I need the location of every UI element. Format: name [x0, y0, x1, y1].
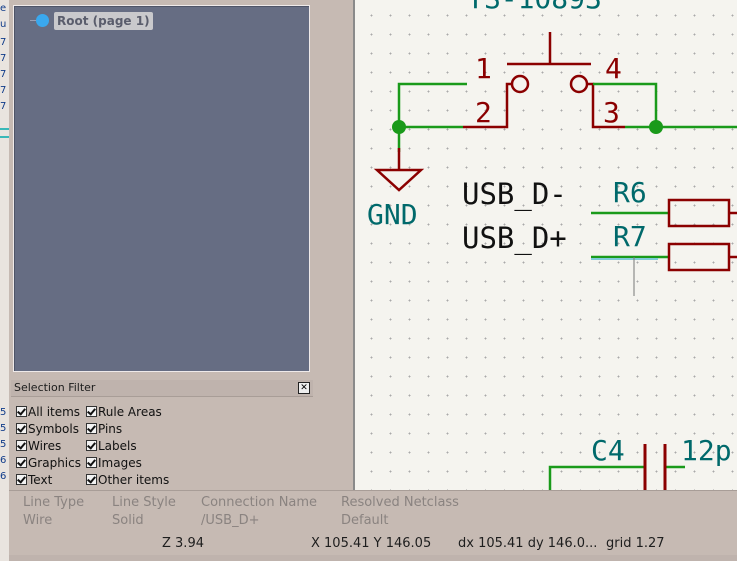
sheet-icon [36, 14, 49, 27]
checkbox-label: Wires [28, 438, 62, 453]
strip-accent [0, 136, 9, 138]
checkbox-checked-icon [16, 474, 27, 485]
net-label-usb-dm[interactable]: USB_D- [462, 177, 567, 212]
strip-mark: u [0, 19, 7, 30]
schematic-drawing: TS-10893 1 2 3 4 [367, 0, 737, 490]
strip-mark: 7 [0, 53, 7, 64]
hierarchy-tree[interactable] [13, 5, 310, 372]
status-divider [9, 490, 737, 491]
junction-dot [649, 120, 663, 134]
window-bottom-edge [9, 555, 737, 561]
schematic-canvas[interactable]: TS-10893 1 2 3 4 [353, 0, 737, 490]
strip-mark: 5 [0, 439, 7, 450]
filter-rule-areas-checkbox[interactable]: Rule Areas [86, 403, 169, 420]
pin-number: 4 [605, 52, 622, 85]
switch-reference[interactable]: TS-10893 [467, 0, 602, 15]
cursor-coordinates: X 105.41 Y 146.05 [311, 536, 432, 551]
selection-filter-title: Selection Filter [14, 381, 96, 394]
tree-item-root[interactable]: Root (page 1) [36, 10, 153, 31]
checkbox-checked-icon [86, 474, 97, 485]
close-icon[interactable]: ✕ [298, 382, 310, 394]
gnd-label: GND [367, 198, 418, 231]
pin-number: 3 [603, 96, 620, 129]
filter-other-items-checkbox[interactable]: Other items [86, 471, 169, 488]
checkbox-checked-icon [86, 457, 97, 468]
checkbox-label: Rule Areas [98, 404, 162, 419]
strip-mark: 6 [0, 455, 7, 466]
connection-name-value: /USB_D+ [201, 513, 260, 528]
strip-mark: 7 [0, 85, 7, 96]
strip-mark: 6 [0, 471, 7, 482]
gnd-symbol[interactable] [373, 148, 425, 192]
zoom-readout: Z 3.94 [162, 536, 204, 551]
strip-mark: 5 [0, 407, 7, 418]
background-window-strip: e u 7 7 7 7 7 5 5 5 6 6 [0, 0, 9, 561]
delta-coordinates: dx 105.41 dy 146.0... [458, 536, 598, 551]
filter-symbols-checkbox[interactable]: Symbols [16, 420, 81, 437]
filter-labels-checkbox[interactable]: Labels [86, 437, 169, 454]
tree-item-label: Root (page 1) [54, 11, 153, 30]
checkbox-checked-icon [86, 423, 97, 434]
checkbox-label: Pins [98, 421, 123, 436]
junction-dot [392, 120, 406, 134]
selection-filter-column-1: All items Symbols Wires Graphics Text [16, 403, 81, 488]
strip-accent [0, 128, 9, 130]
checkbox-checked-icon [86, 440, 97, 451]
checkbox-label: Labels [98, 438, 137, 453]
checkbox-label: Images [98, 455, 142, 470]
grid-size: grid 1.27 [606, 536, 665, 551]
capacitor-symbol[interactable] [643, 444, 667, 490]
selection-filter-column-2: Rule Areas Pins Labels Images Other item… [86, 403, 169, 488]
line-type-value: Wire [23, 513, 53, 528]
resistor-reference[interactable]: R7 [613, 220, 647, 253]
wires[interactable] [397, 82, 737, 490]
checkbox-checked-icon [16, 457, 27, 468]
line-style-value: Solid [112, 513, 144, 528]
filter-wires-checkbox[interactable]: Wires [16, 437, 81, 454]
pin-number: 1 [475, 52, 492, 85]
line-type-label: Line Type [23, 495, 85, 510]
selection-filter-header: Selection Filter ✕ [11, 380, 313, 397]
resolved-netclass-value: Default [341, 513, 389, 528]
strip-mark: 5 [0, 423, 7, 434]
resistor-reference[interactable]: R6 [613, 176, 647, 209]
checkbox-checked-icon [86, 406, 97, 417]
filter-all-items-checkbox[interactable]: All items [16, 403, 81, 420]
filter-images-checkbox[interactable]: Images [86, 454, 169, 471]
connection-name-label: Connection Name [201, 495, 318, 510]
checkbox-checked-icon [16, 406, 27, 417]
checkbox-checked-icon [16, 440, 27, 451]
filter-pins-checkbox[interactable]: Pins [86, 420, 169, 437]
filter-graphics-checkbox[interactable]: Graphics [16, 454, 81, 471]
capacitor-value[interactable]: 12p [681, 434, 732, 467]
checkbox-label: Other items [98, 472, 170, 487]
strip-mark: e [0, 3, 7, 14]
line-style-label: Line Style [112, 495, 176, 510]
checkbox-label: Text [28, 472, 53, 487]
checkbox-label: Graphics [28, 455, 81, 470]
checkbox-label: All items [28, 404, 81, 419]
strip-mark: 7 [0, 69, 7, 80]
checkbox-label: Symbols [28, 421, 79, 436]
resistor-symbols[interactable] [667, 198, 737, 272]
capacitor-reference[interactable]: C4 [591, 434, 625, 467]
resolved-netclass-label: Resolved Netclass [341, 495, 459, 510]
strip-mark: 7 [0, 101, 7, 112]
filter-text-checkbox[interactable]: Text [16, 471, 81, 488]
net-label-usb-dp[interactable]: USB_D+ [462, 221, 567, 256]
checkbox-checked-icon [16, 423, 27, 434]
strip-mark: 7 [0, 37, 7, 48]
pin-number: 2 [475, 96, 492, 129]
